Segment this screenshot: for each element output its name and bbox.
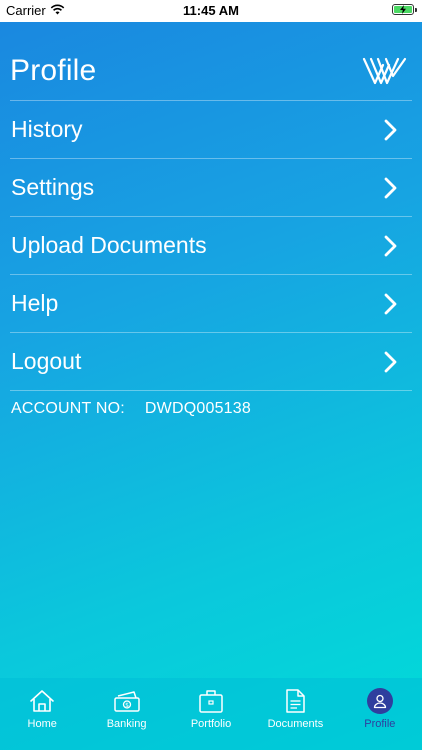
user-icon: [366, 687, 394, 715]
tab-label: Banking: [106, 718, 147, 730]
menu-item-logout[interactable]: Logout: [10, 333, 412, 391]
chevron-right-icon: [384, 177, 397, 198]
chevron-right-icon: [384, 119, 397, 140]
home-icon: [28, 687, 56, 715]
account-info: ACCOUNT NO: DWDQ005138: [11, 400, 251, 418]
document-icon: [281, 687, 309, 715]
header: Profile: [10, 44, 412, 101]
tab-label: Documents: [267, 718, 324, 730]
tab-label: Home: [27, 718, 57, 730]
chevron-right-icon: [384, 351, 397, 372]
tab-label: Portfolio: [190, 718, 232, 730]
profile-menu: History Settings Upload Documents Help L…: [10, 101, 412, 391]
menu-item-label: Settings: [11, 174, 95, 200]
chevron-right-icon: [384, 235, 397, 256]
tab-bar: Home $ Banking Portfolio Documents Profi…: [0, 678, 422, 750]
menu-item-upload-documents[interactable]: Upload Documents: [10, 217, 412, 275]
menu-item-label: Upload Documents: [11, 232, 207, 258]
chevron-right-icon: [384, 293, 397, 314]
tab-label: Profile: [364, 718, 396, 730]
brand-w-logo: [362, 56, 408, 91]
svg-text:$: $: [125, 702, 129, 709]
money-icon: $: [113, 687, 141, 715]
menu-item-label: History: [11, 116, 83, 142]
profile-screen: Carrier 11:45 AM Profile History Setting…: [0, 0, 422, 750]
status-bar: Carrier 11:45 AM: [0, 0, 422, 22]
tab-portfolio[interactable]: Portfolio: [169, 678, 253, 730]
menu-item-history[interactable]: History: [10, 101, 412, 159]
page-title: Profile: [10, 54, 97, 87]
status-right: [392, 4, 417, 15]
briefcase-icon: [197, 687, 225, 715]
menu-item-help[interactable]: Help: [10, 275, 412, 333]
status-time: 11:45 AM: [183, 3, 239, 18]
account-label: ACCOUNT NO:: [11, 400, 125, 417]
tab-documents[interactable]: Documents: [253, 678, 337, 730]
menu-item-label: Logout: [11, 348, 82, 374]
tab-banking[interactable]: $ Banking: [84, 678, 168, 730]
menu-item-settings[interactable]: Settings: [10, 159, 412, 217]
account-number: DWDQ005138: [144, 400, 251, 417]
menu-item-label: Help: [11, 290, 59, 316]
battery-charging-icon: [392, 4, 417, 15]
tab-home[interactable]: Home: [0, 678, 84, 730]
tab-profile[interactable]: Profile: [338, 678, 422, 730]
